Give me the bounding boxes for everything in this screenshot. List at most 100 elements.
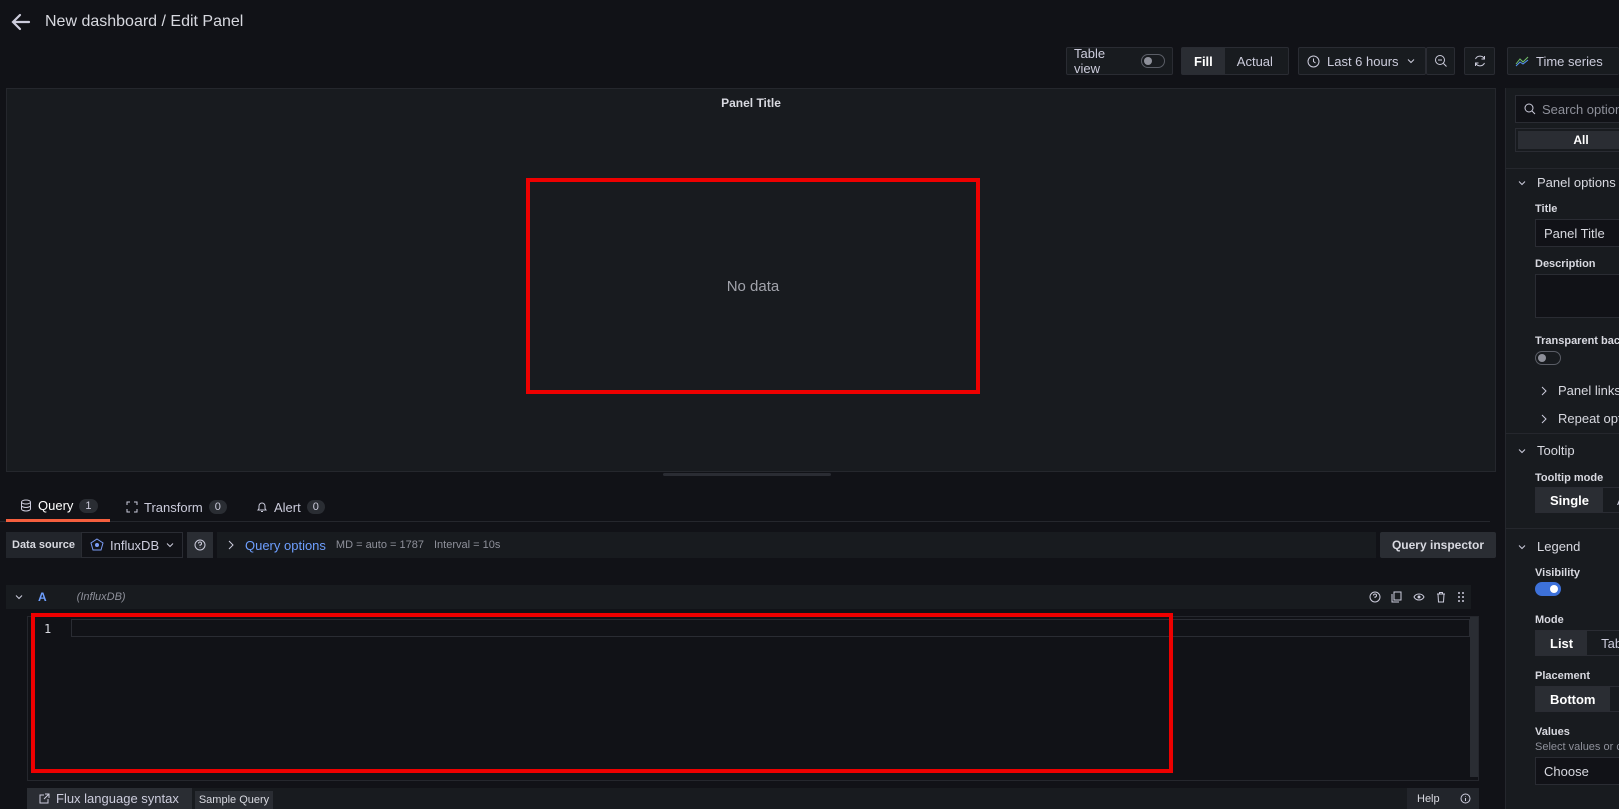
data-source-help-button[interactable]	[186, 532, 213, 558]
bell-icon	[256, 501, 268, 513]
placement-bottom-option[interactable]: Bottom	[1536, 687, 1610, 711]
legend-header[interactable]: Legend	[1517, 539, 1580, 554]
description-textarea[interactable]	[1535, 274, 1619, 318]
tab-alert[interactable]: Alert 0	[256, 492, 325, 522]
interval: Interval = 10s	[433, 539, 501, 551]
time-range-picker[interactable]: Last 6 hours	[1298, 47, 1426, 75]
tooltip-header[interactable]: Tooltip	[1517, 443, 1575, 458]
panel-options-heading: Panel options	[1537, 175, 1616, 190]
repeat-options-header[interactable]: Repeat opt	[1540, 411, 1619, 426]
panel-title[interactable]: Panel Title	[7, 96, 1495, 110]
legend-placement-radio: Bottom	[1535, 686, 1619, 712]
trash-icon[interactable]	[1435, 591, 1447, 603]
tab-alert-count: 0	[306, 500, 325, 514]
query-inspector-button[interactable]: Query inspector	[1379, 532, 1496, 558]
legend-table-option[interactable]: Tab	[1587, 631, 1619, 655]
panel-links-label: Panel links	[1558, 383, 1619, 398]
divider	[1506, 528, 1619, 529]
tooltip-mode-radio: Single A	[1535, 487, 1619, 513]
page-title: New dashboard / Edit Panel	[45, 13, 244, 30]
pane-splitter[interactable]	[663, 473, 831, 476]
title-field-label: Title	[1535, 203, 1558, 215]
chevron-down-icon	[165, 540, 175, 550]
zoom-out-icon	[1434, 54, 1448, 68]
visibility-label: Visibility	[1535, 567, 1581, 579]
tooltip-heading: Tooltip	[1537, 443, 1575, 458]
tooltip-mode-label: Tooltip mode	[1535, 472, 1604, 484]
chevron-down-icon	[1517, 178, 1527, 188]
legend-list-option[interactable]: List	[1536, 631, 1588, 655]
sample-query-button[interactable]: Sample Query	[195, 791, 273, 809]
transparent-background-switch[interactable]	[1535, 351, 1561, 365]
query-options-link[interactable]: Query options	[245, 538, 326, 553]
fill-actual-toggle: Fill Actual	[1181, 47, 1289, 75]
query-help-icon[interactable]	[1369, 591, 1381, 603]
search-options-field[interactable]: Search options	[1515, 95, 1619, 123]
divider	[1506, 168, 1619, 169]
tab-query-count: 1	[79, 498, 98, 513]
time-range-label: Last 6 hours	[1327, 53, 1399, 69]
query-row-header: A (InfluxDB)	[6, 585, 1471, 609]
table-view-toggle[interactable]: Table view	[1066, 46, 1173, 76]
influxdb-icon	[90, 538, 104, 552]
tooltip-all-option[interactable]: A	[1603, 488, 1619, 512]
tab-query[interactable]: Query 1	[6, 492, 110, 522]
panel-options-header[interactable]: Panel options	[1517, 175, 1616, 190]
title-input[interactable]: Panel Title	[1535, 219, 1619, 247]
table-view-switch[interactable]	[1140, 54, 1165, 68]
editor-footer: Flux language syntax Sample Query Help	[27, 788, 1479, 809]
tooltip-single-option[interactable]: Single	[1536, 488, 1604, 512]
editor-highlight	[31, 613, 1173, 773]
panel-links-header[interactable]: Panel links	[1540, 383, 1619, 398]
options-filter: All	[1515, 128, 1619, 152]
fill-button[interactable]: Fill	[1182, 48, 1225, 74]
drag-handle-icon[interactable]	[1457, 591, 1465, 603]
info-icon	[1460, 793, 1471, 804]
query-datasource-name: (InfluxDB)	[76, 591, 126, 603]
query-options-row: Data source InfluxDB Query options MD = …	[6, 532, 1496, 558]
filter-all-button[interactable]: All	[1518, 131, 1619, 149]
placement-label: Placement	[1535, 670, 1591, 682]
duplicate-icon[interactable]	[1391, 591, 1403, 603]
clock-icon	[1307, 55, 1320, 68]
options-pane: Search options All Panel options Title P…	[1505, 88, 1619, 809]
chevron-down-icon	[1517, 446, 1527, 456]
help-button[interactable]: Help	[1407, 788, 1479, 809]
query-options-bar[interactable]: Query options MD = auto = 1787 Interval …	[216, 532, 1376, 558]
editor-scrollbar[interactable]	[1470, 617, 1478, 777]
external-link-icon	[39, 793, 50, 804]
max-data-points: MD = auto = 1787	[335, 539, 424, 551]
repeat-options-label: Repeat opt	[1558, 411, 1619, 426]
visualization-picker[interactable]: Time series	[1507, 47, 1619, 75]
database-icon	[20, 499, 32, 512]
actual-button[interactable]: Actual	[1225, 48, 1285, 74]
collapse-chevron-icon[interactable]	[14, 592, 24, 602]
visualization-label: Time series	[1536, 53, 1603, 69]
query-actions	[1369, 591, 1471, 603]
tab-transform[interactable]: Transform 0	[126, 492, 227, 522]
legend-mode-label: Mode	[1535, 614, 1564, 626]
data-source-select[interactable]: InfluxDB	[80, 532, 183, 558]
flux-syntax-link[interactable]: Flux language syntax	[27, 788, 192, 809]
chevron-down-icon	[1517, 542, 1527, 552]
refresh-icon	[1473, 54, 1487, 68]
transform-icon	[126, 501, 138, 513]
help-label: Help	[1417, 792, 1440, 805]
refresh-button[interactable]	[1464, 47, 1495, 75]
chevron-down-icon	[1406, 56, 1416, 66]
search-icon	[1524, 103, 1536, 115]
tab-alert-label: Alert	[274, 499, 301, 515]
eye-icon[interactable]	[1413, 591, 1425, 603]
question-icon	[194, 539, 206, 551]
top-bar: New dashboard / Edit Panel	[0, 0, 1619, 46]
time-series-icon	[1515, 55, 1529, 67]
values-label: Values	[1535, 726, 1570, 738]
back-arrow-icon[interactable]	[10, 11, 32, 33]
values-select[interactable]: Choose	[1535, 757, 1619, 785]
legend-visibility-switch[interactable]	[1535, 582, 1561, 596]
zoom-out-button[interactable]	[1426, 47, 1455, 75]
divider	[1506, 433, 1619, 434]
tab-query-label: Query	[38, 498, 74, 513]
query-ref-id[interactable]: A	[38, 590, 47, 604]
legend-heading: Legend	[1537, 539, 1581, 554]
